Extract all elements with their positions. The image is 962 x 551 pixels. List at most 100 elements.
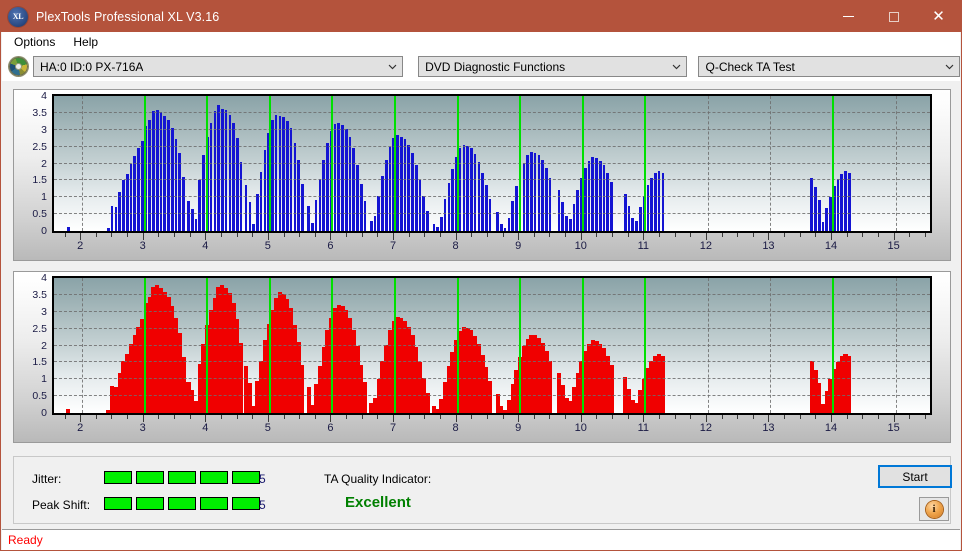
marker-line xyxy=(394,96,396,231)
x-tick xyxy=(142,233,144,240)
y-tick-label: 3 xyxy=(41,305,47,318)
rating-block xyxy=(232,497,260,510)
x-tick-label: 13 xyxy=(762,422,775,434)
chart-bar xyxy=(646,185,650,231)
x-tick-label: 15 xyxy=(887,422,900,434)
marker-line xyxy=(644,96,647,231)
maximize-button[interactable] xyxy=(871,1,916,32)
chart-bar xyxy=(300,365,305,413)
x-tick xyxy=(596,415,598,419)
x-tick xyxy=(314,233,316,237)
x-tick-label: 10 xyxy=(574,422,587,434)
gridline-vertical xyxy=(82,96,84,231)
close-button[interactable]: ✕ xyxy=(916,1,961,32)
peak-shift-chart-x-ticks xyxy=(52,415,932,422)
y-tick-label: 3.5 xyxy=(32,288,47,301)
x-tick xyxy=(158,233,160,237)
x-tick xyxy=(361,233,363,237)
x-tick xyxy=(439,233,441,237)
x-tick xyxy=(924,233,926,237)
x-tick-label: 9 xyxy=(515,240,522,252)
chart-bar xyxy=(125,174,129,231)
chart-bar xyxy=(654,172,657,231)
chart-bar xyxy=(488,380,493,413)
marker-line xyxy=(581,278,584,413)
menu-item-options[interactable]: Options xyxy=(6,34,63,51)
chart-bar xyxy=(418,180,422,231)
chart-bar xyxy=(67,226,70,231)
rating-block xyxy=(104,471,132,484)
x-tick-label: 14 xyxy=(824,240,838,252)
results-panel: Jitter: 5 Peak Shift: 5 TA Quality Indic… xyxy=(13,456,952,524)
x-tick xyxy=(283,233,285,237)
gridline-horizontal xyxy=(54,162,930,164)
chart-bar xyxy=(209,123,213,231)
chart-bar xyxy=(473,154,477,231)
peak-shift-chart-plot xyxy=(52,276,932,415)
jitter-value: 5 xyxy=(259,472,266,486)
chart-bar xyxy=(503,227,507,231)
x-tick xyxy=(174,415,175,419)
x-tick xyxy=(737,415,739,419)
chart-bar xyxy=(638,207,642,231)
marker-line xyxy=(268,96,271,231)
chart-bar xyxy=(411,153,414,231)
test-select-value: Q-Check TA Test xyxy=(705,59,795,74)
x-tick xyxy=(80,233,82,240)
jitter-chart-y-axis: 0 0.5 1 1.5 2 2.5 3 3.5 4 xyxy=(14,90,50,237)
x-tick xyxy=(127,233,129,237)
chevron-down-icon xyxy=(388,62,397,71)
marker-line xyxy=(143,278,146,413)
chart-bar xyxy=(182,177,185,231)
chevron-down-icon xyxy=(945,62,954,71)
y-tick-label: 0.5 xyxy=(32,390,47,403)
x-tick xyxy=(533,233,535,237)
gridline-horizontal xyxy=(54,128,930,130)
marker-line xyxy=(832,278,834,413)
peak-shift-label: Peak Shift: xyxy=(32,498,91,512)
x-tick xyxy=(877,233,879,237)
drive-select[interactable]: HA:0 ID:0 PX-716A xyxy=(33,56,404,77)
chart-bar xyxy=(447,183,451,231)
chart-bar xyxy=(133,156,136,231)
x-tick-label: 2 xyxy=(77,422,84,434)
y-tick-label: 2 xyxy=(41,339,47,352)
x-tick-label: 7 xyxy=(389,422,397,434)
gridline-horizontal xyxy=(54,310,930,312)
x-tick xyxy=(486,233,488,237)
chart-bar xyxy=(507,217,511,231)
x-tick xyxy=(768,233,770,240)
gridline-vertical xyxy=(707,96,709,231)
x-tick xyxy=(393,415,394,422)
chart-bar xyxy=(458,148,462,231)
chart-bar xyxy=(271,119,274,231)
x-tick xyxy=(752,415,754,419)
start-button[interactable]: Start xyxy=(878,465,952,488)
x-tick-label: 6 xyxy=(327,422,334,434)
x-tick xyxy=(862,233,864,237)
x-tick xyxy=(189,415,191,419)
x-tick xyxy=(111,233,113,237)
x-tick xyxy=(674,415,676,419)
function-select[interactable]: DVD Diagnostic Functions xyxy=(418,56,688,77)
x-tick xyxy=(596,233,598,237)
x-tick xyxy=(690,233,692,237)
chart-bar xyxy=(167,119,170,231)
x-tick xyxy=(267,415,269,422)
menu-item-help[interactable]: Help xyxy=(65,34,106,51)
x-tick xyxy=(705,415,707,422)
x-tick-label: 10 xyxy=(574,240,587,252)
x-tick xyxy=(705,233,707,240)
x-tick xyxy=(299,233,301,237)
info-button[interactable]: i xyxy=(919,497,949,521)
chart-bar xyxy=(488,198,492,231)
chart-bar xyxy=(137,148,140,231)
minimize-button[interactable] xyxy=(826,1,871,32)
gridline-horizontal xyxy=(54,293,930,295)
x-tick-label: 9 xyxy=(515,422,522,434)
test-select[interactable]: Q-Check TA Test xyxy=(698,56,960,77)
chart-bar xyxy=(591,157,595,231)
x-tick xyxy=(220,415,222,419)
x-tick xyxy=(862,415,864,419)
chart-bar xyxy=(466,145,469,231)
